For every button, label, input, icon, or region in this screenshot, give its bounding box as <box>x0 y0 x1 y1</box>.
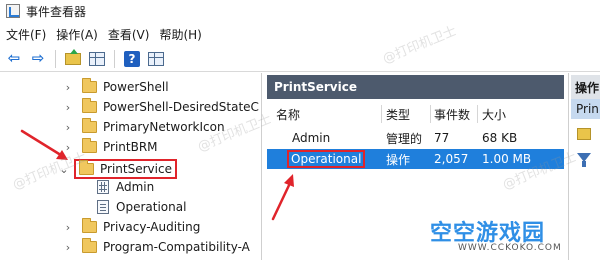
tree-item-powershell-dsc[interactable]: › PowerShell-DesiredStateC <box>0 97 261 117</box>
tree-item-label: Operational <box>116 200 187 214</box>
tree-item-label: PrintBRM <box>103 140 158 154</box>
operational-log-icon <box>97 200 109 214</box>
toolbar-separator <box>55 49 56 68</box>
chevron-right-icon[interactable]: › <box>62 77 74 97</box>
folder-up-button[interactable] <box>63 48 83 69</box>
menu-bar: 文件(F) 操作(A) 查看(V) 帮助(H) <box>0 24 600 44</box>
folder-icon <box>82 218 97 233</box>
menu-action[interactable]: 操作(A) <box>54 26 106 43</box>
folder-icon <box>82 98 97 113</box>
cell-name: Admin <box>292 131 331 145</box>
cell-count: 77 <box>434 131 450 145</box>
tree-item-privacy-auditing[interactable]: › Privacy-Auditing <box>0 217 261 237</box>
table-row-selected[interactable]: Operational 操作 2,057 1.00 MB <box>267 149 564 169</box>
tree-item-label: PrintService <box>100 162 172 176</box>
column-header-type[interactable]: 类型 <box>386 103 410 125</box>
cell-type: 操作 <box>386 152 411 167</box>
console-tree: › PowerShell › PowerShell-DesiredStateC … <box>0 73 262 260</box>
annotation-arrow-tree <box>20 129 68 160</box>
folder-icon <box>82 78 97 93</box>
help-button[interactable]: ? <box>122 49 142 69</box>
column-divider[interactable] <box>381 105 382 123</box>
tree-item-admin[interactable]: Admin <box>0 177 261 197</box>
title-bar: 事件查看器 <box>0 0 600 22</box>
chevron-right-icon[interactable]: › <box>62 237 74 257</box>
open-saved-log-icon[interactable] <box>577 128 591 140</box>
cell-size: 1.00 MB <box>482 152 532 166</box>
show-hide-tree-icon <box>89 51 105 66</box>
cell-type: 管理的 <box>386 131 423 146</box>
printservice-highlight: PrintService <box>74 159 177 179</box>
cell-size: 68 KB <box>482 131 518 145</box>
menu-file[interactable]: 文件(F) <box>4 26 54 43</box>
tree-item-operational[interactable]: Operational <box>0 197 261 217</box>
column-header-count[interactable]: 事件数 <box>434 103 470 125</box>
tree-item-label: Privacy-Auditing <box>103 220 201 234</box>
back-arrow-icon[interactable]: ⇦ <box>4 49 24 69</box>
pane-header: PrintService <box>267 75 564 99</box>
folder-icon <box>82 138 97 153</box>
help-icon: ? <box>124 50 140 67</box>
tree-item-label: Admin <box>116 180 155 194</box>
cell-count: 2,057 <box>434 152 469 166</box>
column-header-name[interactable]: 名称 <box>276 103 300 125</box>
cell-name: Operational <box>287 149 366 169</box>
table-row[interactable]: Admin 管理的 77 68 KB <box>267 128 564 148</box>
column-divider[interactable] <box>477 105 478 123</box>
tree-item-program-compatibility[interactable]: › Program-Compatibility-A <box>0 237 261 257</box>
actions-header: 操作 <box>571 75 600 99</box>
chevron-right-icon[interactable]: › <box>62 97 74 117</box>
menu-help[interactable]: 帮助(H) <box>157 26 209 43</box>
folder-icon <box>82 118 97 133</box>
operational-highlight: Operational <box>287 150 366 168</box>
column-divider[interactable] <box>430 105 431 123</box>
show-hide-action-pane-icon <box>148 51 164 66</box>
tree-item-label: PowerShell <box>103 80 169 94</box>
tree-item-powershell[interactable]: › PowerShell <box>0 77 261 97</box>
toolbar: ⇦ ⇨ ? <box>0 46 600 72</box>
tree-item-label: PrimaryNetworkIcon <box>103 120 225 134</box>
window-title: 事件查看器 <box>26 4 87 19</box>
actions-subheader[interactable]: Prin <box>571 99 600 119</box>
show-hide-tree-button[interactable] <box>87 49 107 69</box>
brand-watermark-logo: 空空游戏园 WWW.CCKOKO.COM <box>430 215 580 257</box>
tree-item-label: PowerShell-DesiredStateC <box>103 100 259 114</box>
folder-icon <box>79 160 94 175</box>
admin-log-icon <box>97 180 109 194</box>
forward-arrow-icon[interactable]: ⇨ <box>28 49 48 69</box>
folder-icon <box>82 238 97 253</box>
event-viewer-app-icon <box>6 4 20 18</box>
folder-up-icon <box>65 48 81 65</box>
annotation-arrow-list <box>271 174 294 221</box>
column-header-row: 名称 类型 事件数 大小 <box>267 103 564 125</box>
column-header-size[interactable]: 大小 <box>482 103 506 125</box>
menu-view[interactable]: 查看(V) <box>106 26 158 43</box>
chevron-right-icon[interactable]: › <box>62 217 74 237</box>
toolbar-separator <box>114 49 115 68</box>
show-hide-action-pane-button[interactable] <box>146 49 166 69</box>
brand-url: WWW.CCKOKO.COM <box>458 243 562 253</box>
filter-icon[interactable] <box>577 153 591 167</box>
tree-item-label: Program-Compatibility-A <box>103 240 250 254</box>
